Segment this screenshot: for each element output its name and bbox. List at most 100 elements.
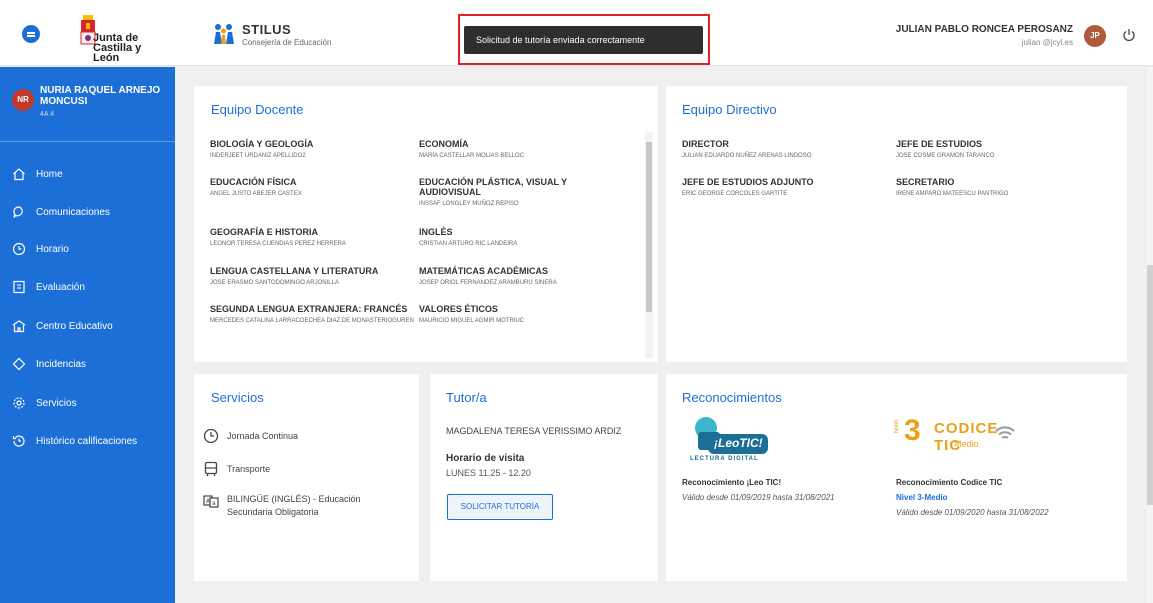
codice-level-number: 3 [904,414,921,447]
tutor-name: MAGDALENA TERESA VERISSIMO ARDIZ [446,426,622,436]
subject-name: LENGUA CASTELLANA Y LITERATURA [210,266,379,276]
service-label: Transporte [227,464,271,474]
sidebar-item-label: Comunicaciones [36,206,110,218]
sidebar-item-label: Horario [36,243,69,255]
recognition-validity: Válido desde 01/09/2020 hasta 31/08/2022 [896,508,1049,517]
user-avatar[interactable]: JP [1084,25,1106,47]
role-person: JULIAN EDUARDO NUÑEZ ARENAS LINDOSO [682,153,812,159]
subject-teacher: INDERJEET URDANIZ APELLIDO2 [210,153,306,159]
sidebar-item-label: Centro Educativo [36,320,113,332]
subject-name: ECONOMÍA [419,139,469,149]
user-email: julian @jcyl.es [1021,38,1073,47]
sidebar-item-evaluacion[interactable]: Evaluación [12,277,172,297]
scrollbar-thumb[interactable] [646,142,652,312]
codice-level-word: Nivel [894,420,900,434]
home-icon [13,168,25,181]
reconocimientos-card: Reconocimientos ¡LeoTIC! LECTURA DIGITAL… [666,374,1127,581]
docente-scrollbar[interactable] [645,132,653,358]
subject-item: ECONOMÍA MARIA CASTELLAR MOLIAS BELLOC [419,139,619,161]
equipo-directivo-card: Equipo Directivo DIRECTOR JULIAN EDUARDO… [666,86,1127,362]
recognition-title: Reconocimiento ¡Leo TIC! [682,478,782,487]
subject-item: BIOLOGÍA Y GEOLOGÍA INDERJEET URDANIZ AP… [210,139,410,161]
toast-notification: Solicitud de tutoría enviada correctamen… [464,26,703,54]
codice-tic-logo: Nivel 3 CODICE TIC Medio [894,414,1015,460]
wifi-icon [995,426,1015,439]
sidebar-item-incidencias[interactable]: Incidencias [12,354,172,374]
top-header: Junta de Castilla y León STILUS Consejer… [0,0,1153,66]
recognition-level: Nivel 3-Medio [896,493,948,502]
subject-teacher: MERCEDES CATALINA LARRACOECHEA DIAZ DE M… [210,318,414,324]
sidebar-item-horario[interactable]: Horario [12,239,172,259]
bus-icon [204,461,218,476]
subject-teacher: ANGEL JUSTO ABEJER CASTEX [210,191,302,197]
clock-icon [203,428,219,444]
sidebar-item-label: Incidencias [36,358,87,370]
grade-icon [13,280,25,294]
subject-teacher: JOSEP ORIOL FERNANDEZ ARAMBURU SINERA [419,280,557,286]
student-name: NURIA RAQUEL ARNEJO MONCUSI [40,85,161,107]
role-name: JEFE DE ESTUDIOS ADJUNTO [682,177,814,187]
subject-teacher: MAURICIO MIGUEL AGMIR MOTRIUC [419,318,525,324]
menu-icon[interactable] [22,25,40,43]
subject-item: LENGUA CASTELLANA Y LITERATURA JOSE ERAS… [210,266,410,288]
subject-item: EDUCACIÓN PLÁSTICA, VISUAL Y AUDIOVISUAL… [419,177,594,209]
role-item: JEFE DE ESTUDIOS JOSE COSME GRAMON TARAN… [896,139,1096,161]
sidebar-item-label: Servicios [36,397,77,409]
solicitar-tutoria-button[interactable]: SOLICITAR TUTORÍA [447,494,553,520]
role-name: SECRETARIO [896,177,955,187]
subject-item: MATEMÁTICAS ACADÉMICAS JOSEP ORIOL FERNA… [419,266,619,288]
org-name: Junta de Castilla y León [93,33,163,64]
student-group: 4A 4 [40,111,55,118]
service-item: Transporte [203,461,413,477]
subject-teacher: MARIA CASTELLAR MOLIAS BELLOC [419,153,525,159]
sidebar-item-comunicaciones[interactable]: Comunicaciones [12,202,172,222]
page-scrollbar-thumb[interactable] [1147,265,1153,505]
sidebar-item-centro-educativo[interactable]: Centro Educativo [12,316,172,336]
role-item: DIRECTOR JULIAN EDUARDO NUÑEZ ARENAS LIN… [682,139,882,161]
app-subtitle: Consejería de Educación [242,38,332,47]
subject-teacher: CRISTIAN ARTURO RIC LANDEIRA [419,241,518,247]
leotic-logo: ¡LeoTIC! LECTURA DIGITAL [684,414,774,466]
sidebar-item-label: Home [36,168,63,180]
equipo-docente-card: Equipo Docente BIOLOGÍA Y GEOLOGÍA INDER… [194,86,658,362]
subject-teacher: INSSAF LONGLEY MUÑOZ REPISO [419,201,519,207]
subject-name: EDUCACIÓN FÍSICA [210,177,297,187]
subject-name: GEOGRAFÍA E HISTORIA [210,227,319,237]
card-title: Equipo Docente [211,102,304,117]
school-icon [12,320,26,333]
leotic-logo-sub: LECTURA DIGITAL [690,456,759,462]
power-icon[interactable] [1122,28,1136,42]
service-label: BILINGÜE (INGLÉS) - Educación Secundaria… [227,494,361,517]
sidebar-item-label: Evaluación [36,281,85,293]
org-line-2: Castilla y León [93,42,142,64]
clock-icon [12,242,26,256]
subject-teacher: JOSE ERASMO SANTODOMINGO ARJONILLA [210,280,339,286]
subject-item: GEOGRAFÍA E HISTORIA LEONOR TERESA CUEND… [210,227,410,249]
card-title: Servicios [211,390,264,405]
translate-icon: Aa [203,495,219,508]
sidebar-item-historico[interactable]: Histórico calificaciones [12,431,172,451]
recognition-validity: Válido desde 01/09/2019 hasta 31/08/2021 [682,493,835,502]
role-name: DIRECTOR [682,139,729,149]
subject-name: BIOLOGÍA Y GEOLOGÍA [210,139,314,149]
subject-name: VALORES ÉTICOS [419,304,498,314]
user-name: JULIAN PABLO RONCEA PEROSANZ [895,24,1073,35]
student-avatar: NR [12,89,34,111]
role-item: SECRETARIO IRENE AMPARO MATEESCU PANTRIG… [896,177,1096,199]
subject-item: INGLÉS CRISTIAN ARTURO RIC LANDEIRA [419,227,619,249]
subject-name: INGLÉS [419,227,453,237]
subject-name: MATEMÁTICAS ACADÉMICAS [419,266,548,276]
sidebar-item-home[interactable]: Home [12,164,172,184]
subject-item: EDUCACIÓN FÍSICA ANGEL JUSTO ABEJER CAST… [210,177,410,199]
gear-icon [13,397,25,409]
visit-label: Horario de visita [446,453,525,464]
card-title: Tutor/a [446,390,487,405]
role-person: ERIC GEORGE CORCOLES GARTITE [682,191,788,197]
service-item: Aa BILINGÜE (INGLÉS) - Educación Secunda… [203,493,408,519]
card-title: Equipo Directivo [682,102,777,117]
visit-time: LUNES 11.25 - 12.20 [446,468,531,478]
sidebar-item-servicios[interactable]: Servicios [12,393,172,413]
leotic-logo-text: ¡LeoTIC! [714,436,763,450]
service-item: Jornada Continua [203,428,413,444]
recognition-title: Reconocimiento Codice TIC [896,478,1003,487]
